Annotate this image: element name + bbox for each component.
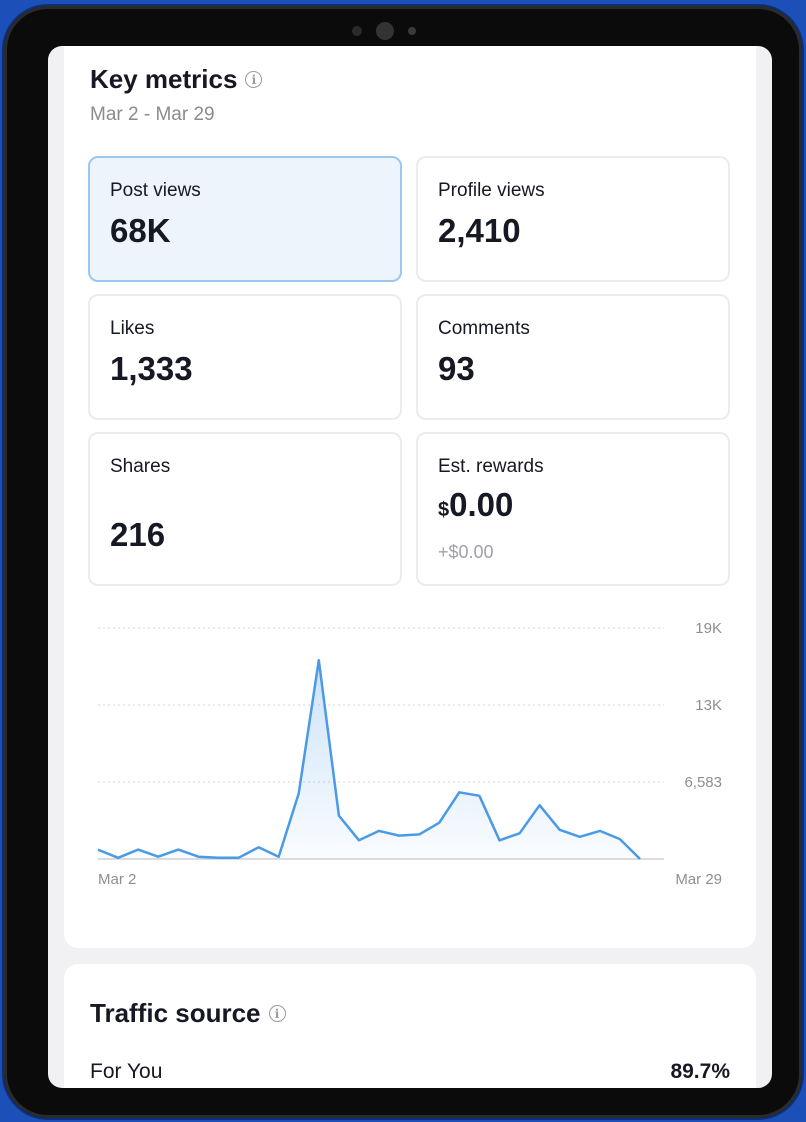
- metric-tile-shares[interactable]: Shares 216: [88, 432, 402, 586]
- metric-value: $0.00: [438, 486, 513, 524]
- metric-value: 1,333: [110, 350, 193, 387]
- metric-tile-profile-views[interactable]: Profile views 2,410: [416, 156, 730, 282]
- y-tick-label: 6,583: [684, 774, 722, 791]
- traffic-row[interactable]: For You 89.7%: [90, 1060, 730, 1084]
- metric-label: Est. rewards: [438, 456, 544, 477]
- sensor-icon: [352, 26, 362, 36]
- metric-label: Comments: [438, 318, 530, 339]
- y-tick-label: 13K: [695, 697, 722, 714]
- screen: Key metrics i Mar 2 - Mar 29 Post views …: [48, 46, 772, 1088]
- flash-icon: [408, 27, 416, 35]
- reward-change: +$0.00: [438, 542, 494, 562]
- y-tick-label: 19K: [695, 620, 722, 637]
- post-views-chart[interactable]: 19K 13K 6,583 Mar 2 Mar 29: [64, 606, 756, 926]
- x-tick-label: Mar 29: [675, 871, 722, 888]
- currency-symbol: $: [438, 499, 450, 521]
- date-range: Mar 2 - Mar 29: [90, 104, 215, 125]
- key-metrics-title: Key metrics: [90, 64, 238, 94]
- metric-label: Profile views: [438, 180, 545, 201]
- traffic-percent: 89.7%: [670, 1060, 730, 1083]
- camera-icon: [376, 22, 394, 40]
- info-icon[interactable]: i: [268, 1005, 286, 1022]
- metric-tile-post-views[interactable]: Post views 68K: [88, 156, 402, 282]
- reward-amount: 0.00: [449, 486, 514, 523]
- metric-tile-likes[interactable]: Likes 1,333: [88, 294, 402, 420]
- metric-label: Post views: [110, 180, 201, 201]
- tablet-frame: Key metrics i Mar 2 - Mar 29 Post views …: [4, 6, 802, 1118]
- traffic-source-title: Traffic source: [90, 998, 261, 1028]
- metric-label: Shares: [110, 456, 171, 477]
- x-tick-label: Mar 2: [98, 871, 136, 888]
- metric-tile-est-rewards[interactable]: Est. rewards $0.00 +$0.00: [416, 432, 730, 586]
- metric-value: 68K: [110, 212, 171, 249]
- series-line: [97, 658, 641, 860]
- info-icon[interactable]: i: [245, 71, 263, 88]
- metric-value: 2,410: [438, 212, 521, 249]
- camera-bar: [334, 20, 434, 42]
- metric-tile-comments[interactable]: Comments 93: [416, 294, 730, 420]
- metric-label: Likes: [110, 318, 155, 339]
- metric-value: 93: [438, 350, 475, 387]
- traffic-label: For You: [90, 1060, 163, 1083]
- key-metrics-card: Key metrics i Mar 2 - Mar 29 Post views …: [64, 46, 756, 948]
- traffic-source-card: Traffic source i For You 89.7%: [64, 964, 756, 1088]
- metric-value: 216: [110, 516, 166, 553]
